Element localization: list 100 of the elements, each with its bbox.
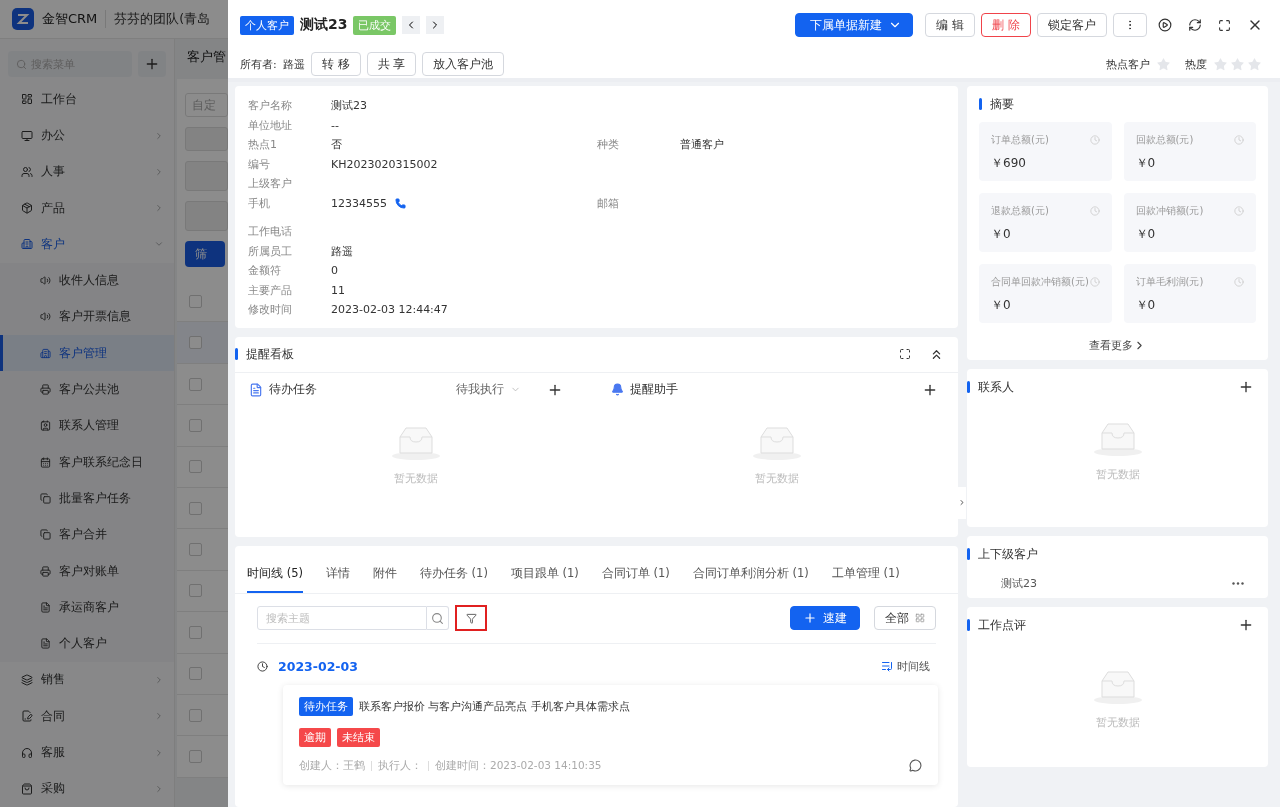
- menu-item[interactable]: 客户: [0, 226, 174, 263]
- task-filter-dropdown[interactable]: 待我执行: [449, 380, 527, 400]
- row-checkbox[interactable]: [189, 625, 202, 639]
- menu-icon: [40, 638, 51, 650]
- grid-icon: [915, 613, 925, 624]
- tab[interactable]: 工单管理 (1): [831, 565, 900, 593]
- next-button[interactable]: [426, 16, 445, 34]
- menu-item[interactable]: 采购: [0, 770, 174, 807]
- timeline-date: 2023-02-03: [278, 658, 359, 674]
- bell-icon: [610, 383, 624, 397]
- plus-icon: [803, 611, 817, 626]
- fullscreen-icon[interactable]: [899, 348, 911, 361]
- tab[interactable]: 时间线 (5): [247, 565, 303, 593]
- topic-search-field[interactable]: 搜索主题: [257, 606, 427, 631]
- row-checkbox[interactable]: [189, 294, 202, 308]
- clock-icon: [1089, 135, 1100, 145]
- tab[interactable]: 详情: [325, 565, 350, 593]
- row-checkbox[interactable]: [189, 543, 202, 557]
- star-icon: [1247, 56, 1262, 72]
- expand-handle[interactable]: [958, 486, 966, 519]
- menu-icon: [40, 420, 51, 432]
- search-icon: [16, 58, 27, 70]
- tab[interactable]: 合同订单利润分析 (1): [692, 565, 809, 593]
- menu-icon: [40, 347, 51, 359]
- action-button[interactable]: 编 辑: [925, 13, 976, 37]
- tab[interactable]: 待办任务 (1): [419, 565, 488, 593]
- phone-icon[interactable]: [395, 197, 406, 209]
- add-button[interactable]: [138, 51, 166, 78]
- owner-action-button[interactable]: 转 移: [310, 52, 361, 76]
- metric-value: ￥0: [1135, 226, 1157, 243]
- submenu-item[interactable]: 客户对账单: [0, 552, 174, 590]
- row-checkbox[interactable]: [189, 336, 202, 350]
- star-toggle-icon[interactable]: [1156, 56, 1171, 72]
- row-checkbox[interactable]: [189, 460, 202, 474]
- search-button[interactable]: [427, 606, 449, 631]
- filter-field[interactable]: [185, 201, 228, 232]
- row-checkbox[interactable]: [189, 418, 202, 432]
- metric-label: 合同单回款冲销额(元): [991, 275, 1089, 289]
- field-value: 11: [331, 282, 345, 298]
- timeline-view-button[interactable]: 时间线: [875, 657, 936, 675]
- submenu-item[interactable]: 承运商客户: [0, 589, 174, 626]
- action-button[interactable]: 删 除: [981, 13, 1031, 37]
- previous-button[interactable]: [402, 16, 421, 34]
- menu-item[interactable]: 人事: [0, 153, 174, 190]
- submenu-item[interactable]: 个人客户: [0, 625, 174, 662]
- menu-icon: [40, 384, 51, 396]
- view-more-link[interactable]: 查看更多: [1083, 337, 1152, 354]
- status-tag: 未结束: [337, 727, 380, 747]
- menu-item[interactable]: 销售: [0, 661, 174, 699]
- filter-button[interactable]: [455, 605, 487, 632]
- more-button[interactable]: [1113, 13, 1147, 37]
- fullscreen-icon[interactable]: [1218, 18, 1231, 32]
- row-checkbox[interactable]: [189, 667, 202, 681]
- refresh-icon[interactable]: [1188, 18, 1202, 32]
- add-icon[interactable]: [1238, 617, 1254, 633]
- menu-item[interactable]: 合同: [0, 698, 174, 735]
- owner-action-button[interactable]: 放入客户池: [422, 52, 505, 76]
- tab[interactable]: 附件: [372, 565, 397, 593]
- empty-inbox-icon: [390, 424, 441, 461]
- menu-item[interactable]: 客服: [0, 734, 174, 771]
- comment-icon[interactable]: [909, 759, 922, 773]
- submenu-item[interactable]: 联系人管理: [0, 407, 174, 445]
- submenu-item[interactable]: 客户公共池: [0, 371, 174, 408]
- row-checkbox[interactable]: [189, 708, 202, 722]
- clock-icon: [1234, 277, 1244, 287]
- submenu-item[interactable]: 客户合并: [0, 516, 174, 553]
- row-checkbox[interactable]: [189, 750, 202, 764]
- menu-icon: [21, 93, 33, 106]
- row-checkbox[interactable]: [189, 501, 202, 515]
- submenu-item[interactable]: 客户开票信息: [0, 298, 174, 336]
- submenu-item[interactable]: 客户管理: [0, 335, 174, 372]
- submenu-item[interactable]: 收件人信息: [0, 262, 174, 299]
- more-icon[interactable]: [1232, 581, 1244, 585]
- scope-button[interactable]: 全部: [874, 606, 936, 631]
- add-icon[interactable]: [1238, 379, 1254, 395]
- star-rating[interactable]: [1213, 56, 1262, 72]
- play-icon[interactable]: [1158, 18, 1172, 32]
- owner-action-button[interactable]: 共 享: [366, 52, 417, 76]
- action-button[interactable]: 锁定客户: [1037, 13, 1107, 37]
- menu-icon: [21, 782, 33, 795]
- hot-customer-label: 热点客户: [1106, 56, 1150, 72]
- menu-item[interactable]: 工作台: [0, 81, 174, 118]
- filter-button[interactable]: 筛: [185, 241, 225, 268]
- field-value: 测试23: [331, 98, 367, 113]
- quick-create-button[interactable]: 速建: [790, 606, 860, 631]
- menu-icon: [40, 456, 51, 468]
- row-checkbox[interactable]: [189, 584, 202, 598]
- tab[interactable]: 合同订单 (1): [601, 565, 670, 593]
- menu-item[interactable]: 产品: [0, 189, 174, 227]
- clock-icon: [1089, 206, 1100, 216]
- action-button[interactable]: 下属单据新建: [795, 13, 914, 37]
- field-label: 所属员工: [248, 243, 293, 259]
- submenu-item[interactable]: 批量客户任务: [0, 480, 174, 517]
- menu-item[interactable]: 办公: [0, 117, 174, 154]
- empty-inbox-icon: [1092, 421, 1143, 457]
- row-checkbox[interactable]: [189, 377, 202, 391]
- view-button[interactable]: [185, 127, 228, 152]
- submenu-item[interactable]: 客户联系纪念日: [0, 444, 174, 481]
- filter-field[interactable]: [185, 161, 228, 192]
- tab[interactable]: 项目跟单 (1): [510, 565, 579, 593]
